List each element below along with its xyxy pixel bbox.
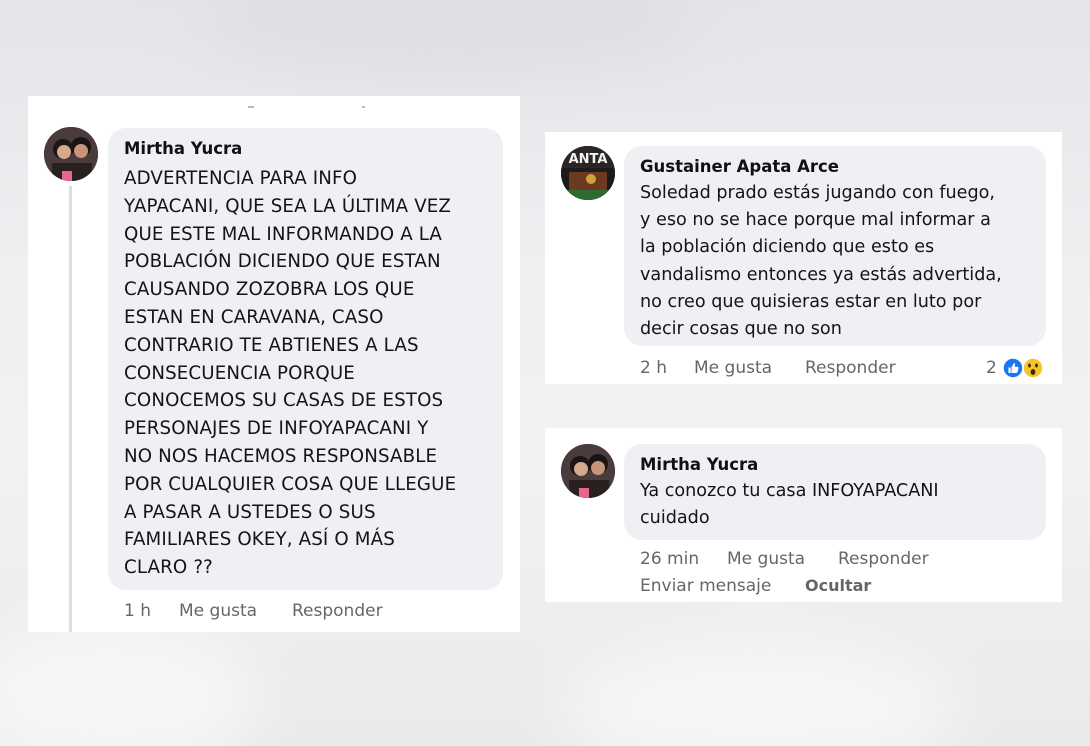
comment-text: Ya conozco tu casa INFOYAPACANI cuidado	[640, 481, 939, 529]
comment-bubble: Mirtha Yucra ADVERTENCIA PARA INFO YAPAC…	[108, 128, 503, 590]
comment-actions: 2 h Me gusta Responder 2	[640, 358, 1050, 382]
comment-text: ADVERTENCIA PARA INFO YAPACANI, QUE SEA …	[124, 168, 457, 579]
comment-text: Soledad prado estás jugando con fuego, y…	[640, 183, 1002, 340]
avatar-text: ANTA	[569, 152, 608, 167]
comment-secondary-actions: Enviar mensaje Ocultar	[640, 576, 1040, 598]
avatar-photo	[561, 444, 615, 498]
comment-timestamp[interactable]: 26 min	[640, 549, 699, 569]
hide-button[interactable]: Ocultar	[805, 576, 871, 595]
comment-actions: 26 min Me gusta Responder	[640, 549, 1040, 571]
like-button[interactable]: Me gusta	[179, 601, 257, 621]
like-reaction-icon	[1002, 357, 1024, 379]
comment-timestamp[interactable]: 2 h	[640, 358, 667, 378]
comment-author[interactable]: Mirtha Yucra	[640, 455, 758, 474]
wow-reaction-icon	[1022, 357, 1044, 379]
background-blur	[200, 0, 700, 80]
avatar-photo: ANTA	[561, 146, 615, 200]
reaction-icons-svg	[1002, 357, 1044, 379]
send-message-button[interactable]: Enviar mensaje	[640, 576, 771, 596]
reaction-count[interactable]: 2	[986, 358, 997, 378]
like-button[interactable]: Me gusta	[727, 549, 805, 569]
background-blur	[560, 640, 960, 746]
reply-button[interactable]: Responder	[838, 549, 929, 569]
comment-card-left: Mirtha Yucra ADVERTENCIA PARA INFO YAPAC…	[28, 96, 520, 632]
comment-actions: 1 h Me gusta Responder	[124, 601, 484, 623]
comment-bubble: Gustainer Apata Arce Soledad prado estás…	[624, 146, 1046, 346]
like-button[interactable]: Me gusta	[694, 358, 772, 378]
avatar[interactable]	[44, 127, 98, 181]
comment-author[interactable]: Gustainer Apata Arce	[640, 157, 839, 176]
comment-card-bottom-right: Mirtha Yucra Ya conozco tu casa INFOYAPA…	[545, 428, 1062, 602]
avatar[interactable]: ANTA	[561, 146, 615, 200]
avatar[interactable]	[561, 444, 615, 498]
comment-timestamp[interactable]: 1 h	[124, 601, 151, 621]
thread-cutoff-marks	[248, 106, 254, 108]
reply-button[interactable]: Responder	[805, 358, 896, 378]
reaction-icons[interactable]	[1002, 357, 1048, 379]
comment-bubble: Mirtha Yucra Ya conozco tu casa INFOYAPA…	[624, 444, 1046, 540]
comment-author[interactable]: Mirtha Yucra	[124, 139, 242, 158]
background-blur	[0, 620, 260, 746]
thread-line	[69, 186, 72, 632]
avatar-photo	[44, 127, 98, 181]
thread-cutoff-marks	[362, 106, 365, 108]
comment-card-top-right: ANTA Gustainer Apata Arce Soledad prado …	[545, 132, 1062, 384]
reply-button[interactable]: Responder	[292, 601, 383, 621]
